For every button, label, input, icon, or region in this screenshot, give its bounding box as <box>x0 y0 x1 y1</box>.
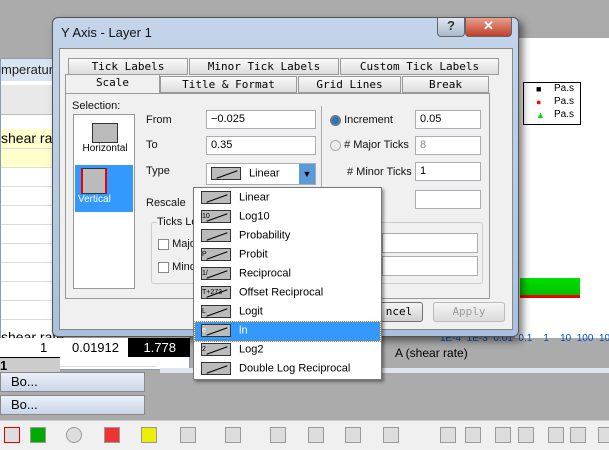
type-option[interactable]: T+273 Offset Reciprocal <box>195 284 380 303</box>
tab-break[interactable]: Break <box>402 76 489 93</box>
row-value-cell: 0.01912 <box>72 340 119 355</box>
dialog-title: Y Axis - Layer 1 <box>61 25 152 40</box>
matrix-icon[interactable] <box>345 427 361 443</box>
close-button[interactable]: ✕ <box>465 18 512 37</box>
scale-type-icon: 10 <box>201 210 231 223</box>
type-option[interactable]: Linear <box>195 189 380 208</box>
scale-type-icon <box>201 362 231 375</box>
align-center-icon[interactable] <box>548 427 564 443</box>
plot-icon[interactable] <box>4 427 20 443</box>
surface-icon[interactable] <box>270 427 286 443</box>
legend-item: ● Pa.s <box>536 96 575 107</box>
align-bottom-icon[interactable] <box>518 427 534 443</box>
tab-scale[interactable]: Scale <box>65 74 160 93</box>
minimized-window[interactable]: Bo... <box>0 372 145 392</box>
data-row[interactable]: 1 0.01912 1.778 <box>0 338 190 357</box>
type-option[interactable]: 2 Log2 <box>195 341 380 360</box>
minor-ticks-select[interactable] <box>382 256 478 276</box>
candlestick-icon[interactable] <box>104 427 120 443</box>
chevron-down-icon[interactable]: ▼ <box>299 164 315 184</box>
image-icon[interactable] <box>383 427 399 443</box>
tab-custom-tick-labels[interactable]: Custom Tick Labels <box>340 58 499 75</box>
tab-tick-labels[interactable]: Tick Labels <box>68 58 188 75</box>
align-top-icon[interactable] <box>495 427 511 443</box>
graph-legend[interactable]: ■ Pa.s ● Pa.s ▲ Pa.s <box>523 82 581 125</box>
to-input[interactable]: 0.35 <box>206 136 316 155</box>
scale-type-icon: 2 <box>201 343 231 356</box>
minor-ticks-label: # Minor Ticks <box>347 166 412 178</box>
cancel-button[interactable]: ncel <box>375 302 423 322</box>
tab-title-format[interactable]: Title & Format <box>160 76 297 93</box>
scale-type-icon <box>201 191 231 204</box>
selection-vertical[interactable]: Vertical <box>75 165 133 212</box>
wireframe-icon[interactable] <box>308 427 324 443</box>
template-icon[interactable] <box>141 427 157 443</box>
to-label: To <box>146 139 158 151</box>
align-right-icon[interactable] <box>465 427 481 443</box>
type-option[interactable]: e ln <box>194 321 381 342</box>
bottom-toolbar <box>0 420 609 450</box>
minimized-window[interactable]: Bo... <box>0 395 145 415</box>
type-dropdown-list: Linear 10 Log10 Probability P Probit 1/Recipro… <box>193 187 382 380</box>
scale-type-icon: L <box>201 305 231 318</box>
x-axis-title: A (shear rate) <box>395 346 468 360</box>
tab-minor-tick-labels[interactable]: Minor Tick Labels <box>189 58 339 75</box>
scale-type-icon: 1/ <box>201 267 231 280</box>
type-option[interactable]: Probability <box>195 227 380 246</box>
increment-input[interactable]: 0.05 <box>415 110 481 129</box>
align-middle-icon[interactable] <box>570 427 586 443</box>
type-option[interactable]: Double Log Reciprocal <box>195 360 380 379</box>
scale-type-icon: T+273 <box>201 286 231 299</box>
major-ticks-radio[interactable]: # Major Ticks <box>330 139 409 151</box>
from-input[interactable]: −0.025 <box>206 110 316 129</box>
type-option[interactable]: 1/Reciprocal <box>195 265 380 284</box>
type-label: Type <box>146 165 170 177</box>
axis-selection-list: Horizontal Vertical <box>73 114 135 289</box>
rescale-label: Rescale <box>146 197 186 209</box>
sheet-tab[interactable]: 1 <box>0 357 60 373</box>
row-value-cell-selected[interactable]: 1.778 <box>128 338 190 357</box>
type-option[interactable]: 10 Log10 <box>195 208 380 227</box>
type-option[interactable]: P Probit <box>195 246 380 265</box>
scale-type-icon: e <box>201 324 231 337</box>
major-ticks-input[interactable]: 8 <box>415 136 481 155</box>
align-left-icon[interactable] <box>440 427 456 443</box>
row-index-cell: 1 <box>40 340 48 355</box>
from-label: From <box>146 114 172 126</box>
legend-item: ▲ Pa.s <box>536 109 575 120</box>
scale-type-icon <box>201 229 231 242</box>
polar-icon[interactable] <box>66 427 82 443</box>
type-select[interactable]: Linear ▼ <box>206 163 316 185</box>
vertical-axis-icon <box>81 168 107 194</box>
help-button[interactable]: ? <box>437 18 465 37</box>
increment-radio[interactable]: Increment <box>330 114 393 126</box>
type-option[interactable]: L Logit <box>195 303 380 322</box>
3d-icon[interactable] <box>180 427 196 443</box>
tab-grid-lines[interactable]: Grid Lines <box>298 76 401 93</box>
extra-input[interactable] <box>415 190 481 209</box>
major-ticks-select[interactable] <box>382 233 478 253</box>
minor-ticks-input[interactable]: 1 <box>415 162 481 181</box>
selection-horizontal[interactable]: Horizontal <box>77 117 133 162</box>
3d-bar-icon[interactable] <box>225 427 241 443</box>
data-curves <box>520 278 580 298</box>
horizontal-axis-icon <box>92 123 118 143</box>
distribute-icon[interactable] <box>598 427 609 443</box>
scale-type-icon: P <box>201 248 231 261</box>
area-plot-icon[interactable] <box>30 427 46 443</box>
apply-button[interactable]: Apply <box>433 302 505 322</box>
selection-label: Selection: <box>72 100 121 112</box>
legend-item: ■ Pa.s <box>536 83 575 94</box>
linear-scale-icon <box>211 167 241 180</box>
